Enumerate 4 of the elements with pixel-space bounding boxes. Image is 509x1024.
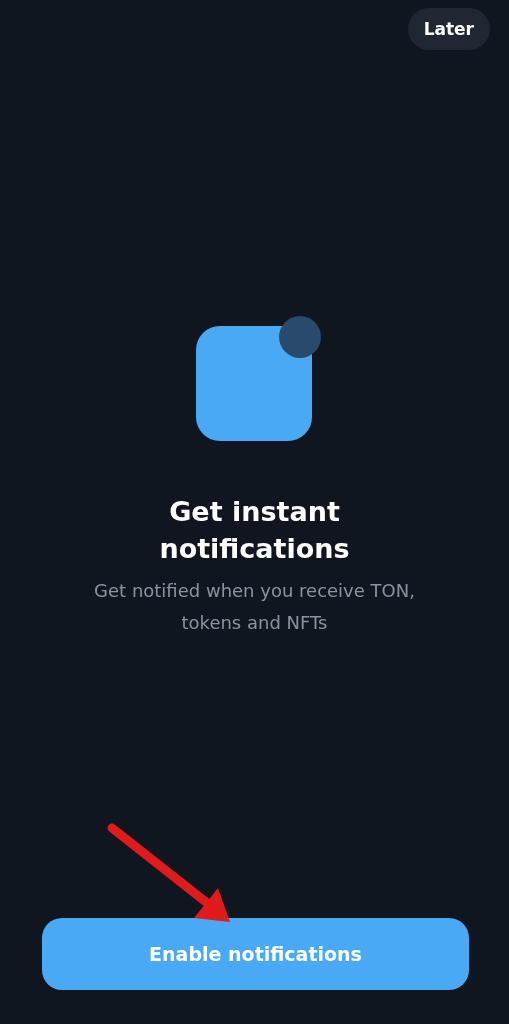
later-button[interactable]: Later <box>407 8 490 50</box>
title: Get instant notifications <box>158 495 351 566</box>
notification-badge-icon <box>196 315 323 441</box>
subtitle: Get notified when you receive TON, tokens and NFTs <box>93 579 416 635</box>
